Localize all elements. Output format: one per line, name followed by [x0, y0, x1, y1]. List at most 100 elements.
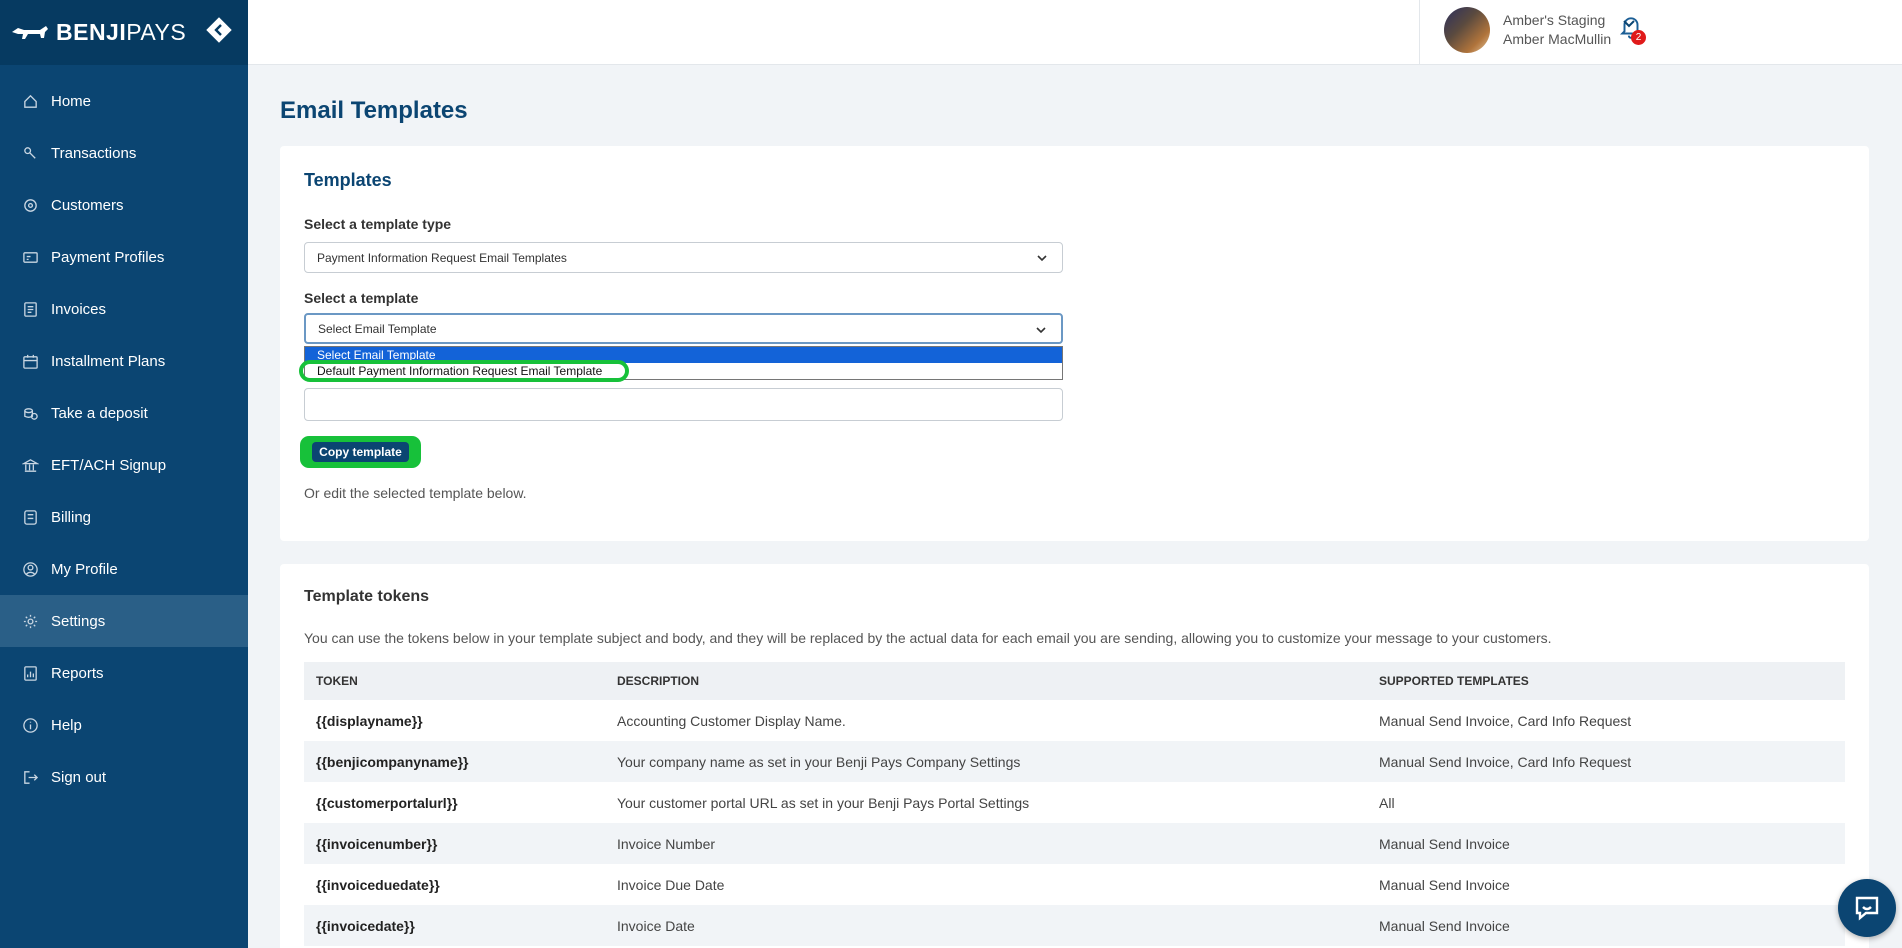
description-cell: Your customer portal URL as set in your …: [617, 794, 1030, 811]
collapse-sidebar-icon[interactable]: [204, 15, 234, 45]
customers-icon: [22, 197, 39, 214]
table-row: {{invoiceduedate}} Invoice Due Date Manual…: [304, 864, 1845, 905]
topbar-divider: [1419, 0, 1420, 65]
sidebar-item-label: Sign out: [51, 768, 107, 786]
bank-icon: [22, 457, 39, 474]
sidebar-item-payment-profiles[interactable]: Payment Profiles: [0, 231, 248, 283]
template-select-value: Select Email Template: [318, 321, 437, 336]
description-cell: Invoice Due Date: [617, 876, 725, 893]
user-circle-icon: [22, 561, 39, 578]
brand-bar: BENJIPAYS: [0, 0, 248, 65]
sidebar-item-label: My Profile: [51, 560, 118, 578]
sidebar-item-label: Take a deposit: [51, 404, 148, 422]
sidebar-item-sign-out[interactable]: Sign out: [0, 751, 248, 803]
supported-cell: All: [1379, 794, 1395, 811]
tokens-card: Template tokens You can use the tokens b…: [280, 564, 1869, 948]
copy-button-highlight: Copy template: [300, 436, 421, 468]
description-cell: Your company name as set in your Benji P…: [605, 741, 1367, 782]
sign-out-icon: [22, 769, 39, 786]
page-title: Email Templates: [280, 97, 468, 124]
token-cell: {{displayname}}: [316, 712, 423, 729]
sidebar-item-label: EFT/ACH Signup: [51, 456, 167, 474]
description-cell: Invoice Date: [605, 905, 1367, 946]
token-cell: {{invoicenumber}}: [304, 823, 605, 864]
reports-icon: [22, 665, 39, 682]
tokens-table-body: {{displayname}} Accounting Customer Displ…: [304, 700, 1845, 946]
sidebar-item-label: Billing: [51, 508, 92, 526]
templates-card: Templates Select a template type Payment…: [280, 146, 1869, 541]
chevron-down-icon: [1037, 255, 1047, 262]
chevron-down-icon[interactable]: [1622, 16, 1636, 30]
transactions-icon: [22, 145, 39, 162]
chevron-down-icon: [1036, 327, 1046, 334]
template-type-select[interactable]: Payment Information Request Email Templa…: [304, 242, 1063, 273]
table-row: {{invoicedate}} Invoice Date Manual Send I…: [304, 905, 1845, 946]
supported-cell: Manual Send Invoice, Card Info Request: [1379, 712, 1632, 729]
sidebar-item-billing[interactable]: Billing: [0, 491, 248, 543]
table-row: {{customerportalurl}} Your customer porta…: [304, 782, 1845, 823]
sidebar-item-label: Customers: [51, 196, 124, 214]
sidebar-item-label: Settings: [51, 612, 106, 630]
sidebar-item-label: Transactions: [51, 144, 137, 162]
sidebar-item-label: Help: [51, 716, 82, 734]
token-cell: {{benjicompanyname}}: [304, 741, 605, 782]
copy-template-button[interactable]: Copy template: [312, 442, 409, 462]
sidebar-item-label: Payment Profiles: [51, 248, 165, 266]
token-cell: {{customerportalurl}}: [316, 794, 458, 811]
sidebar-item-eft-ach-signup[interactable]: EFT/ACH Signup: [0, 439, 248, 491]
column-header-description: DESCRIPTION: [605, 662, 1367, 700]
brand-name: BENJIPAYS: [56, 19, 187, 45]
user-menu[interactable]: Amber's Staging Amber MacMullin: [1503, 11, 1611, 49]
tokens-description: You can use the tokens below in your tem…: [304, 630, 1552, 646]
sidebar-item-reports[interactable]: Reports: [0, 647, 248, 699]
sidebar-item-settings[interactable]: Settings: [0, 595, 248, 647]
sidebar-item-my-profile[interactable]: My Profile: [0, 543, 248, 595]
chat-support-button[interactable]: [1838, 879, 1896, 937]
billing-icon: [22, 509, 39, 526]
table-row: {{displayname}} Accounting Customer Displ…: [304, 700, 1845, 741]
sidebar-item-take-a-deposit[interactable]: Take a deposit: [0, 387, 248, 439]
template-type-value: Payment Information Request Email Templa…: [317, 250, 567, 265]
coins-icon: [22, 405, 39, 422]
sidebar-item-label: Invoices: [51, 300, 107, 318]
payment-profiles-icon: [22, 249, 39, 266]
supported-cell: Manual Send Invoice: [1367, 823, 1845, 864]
sidebar-item-transactions[interactable]: Transactions: [0, 127, 248, 179]
avatar[interactable]: [1444, 7, 1490, 53]
sidebar-nav: Home Transactions Customers Payment Profile…: [0, 65, 248, 803]
token-cell: {{invoiceduedate}}: [316, 876, 440, 893]
sidebar: BENJIPAYS Home Transactions Customers Payme…: [0, 0, 248, 948]
template-name-input[interactable]: [304, 388, 1063, 421]
chat-icon: [1855, 896, 1879, 921]
template-select[interactable]: Select Email Template: [304, 313, 1063, 344]
invoices-icon: [22, 301, 39, 318]
dropdown-option-default[interactable]: Default Payment Information Request Emai…: [299, 360, 1062, 382]
supported-cell: Manual Send Invoice, Card Info Request: [1367, 741, 1845, 782]
company-name: Amber's Staging: [1503, 12, 1606, 28]
column-header-supported: SUPPORTED TEMPLATES: [1367, 662, 1845, 700]
dropdown-option-select[interactable]: Select Email Template: [305, 347, 1062, 363]
table-row: {{benjicompanyname}} Your company name as…: [304, 741, 1845, 782]
dropdown-option-default-label: Default Payment Information Request Emai…: [317, 364, 603, 378]
column-header-token: TOKEN: [304, 662, 605, 700]
user-name: Amber MacMullin: [1503, 31, 1612, 47]
description-cell: Invoice Number: [605, 823, 1367, 864]
table-row: {{invoicenumber}} Invoice Number Manual Se…: [304, 823, 1845, 864]
sidebar-item-installment-plans[interactable]: Installment Plans: [0, 335, 248, 387]
notification-badge: 2: [1631, 30, 1646, 45]
sidebar-item-help[interactable]: Help: [0, 699, 248, 751]
home-icon: [22, 93, 39, 110]
template-label: Select a template: [304, 290, 419, 306]
description-cell: Accounting Customer Display Name.: [617, 712, 846, 729]
sidebar-item-home[interactable]: Home: [0, 75, 248, 127]
template-type-label: Select a template type: [304, 216, 452, 232]
sidebar-item-label: Reports: [51, 664, 104, 682]
supported-cell: Manual Send Invoice: [1367, 905, 1845, 946]
edit-hint: Or edit the selected template below.: [304, 485, 527, 501]
sidebar-item-invoices[interactable]: Invoices: [0, 283, 248, 335]
templates-title: Templates: [304, 170, 392, 190]
sidebar-item-customers[interactable]: Customers: [0, 179, 248, 231]
supported-cell: Manual Send Invoice: [1379, 876, 1510, 893]
info-icon: [22, 717, 39, 734]
topbar: 2: [248, 0, 1902, 65]
